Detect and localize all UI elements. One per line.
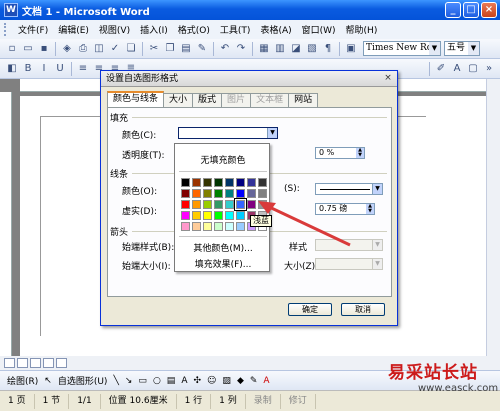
watermark-logo-text: 易采站长站 bbox=[388, 363, 478, 383]
arrow-shaft bbox=[264, 203, 351, 247]
annotation-arrow bbox=[258, 201, 351, 247]
watermark-url: www.easck.com bbox=[418, 383, 499, 394]
